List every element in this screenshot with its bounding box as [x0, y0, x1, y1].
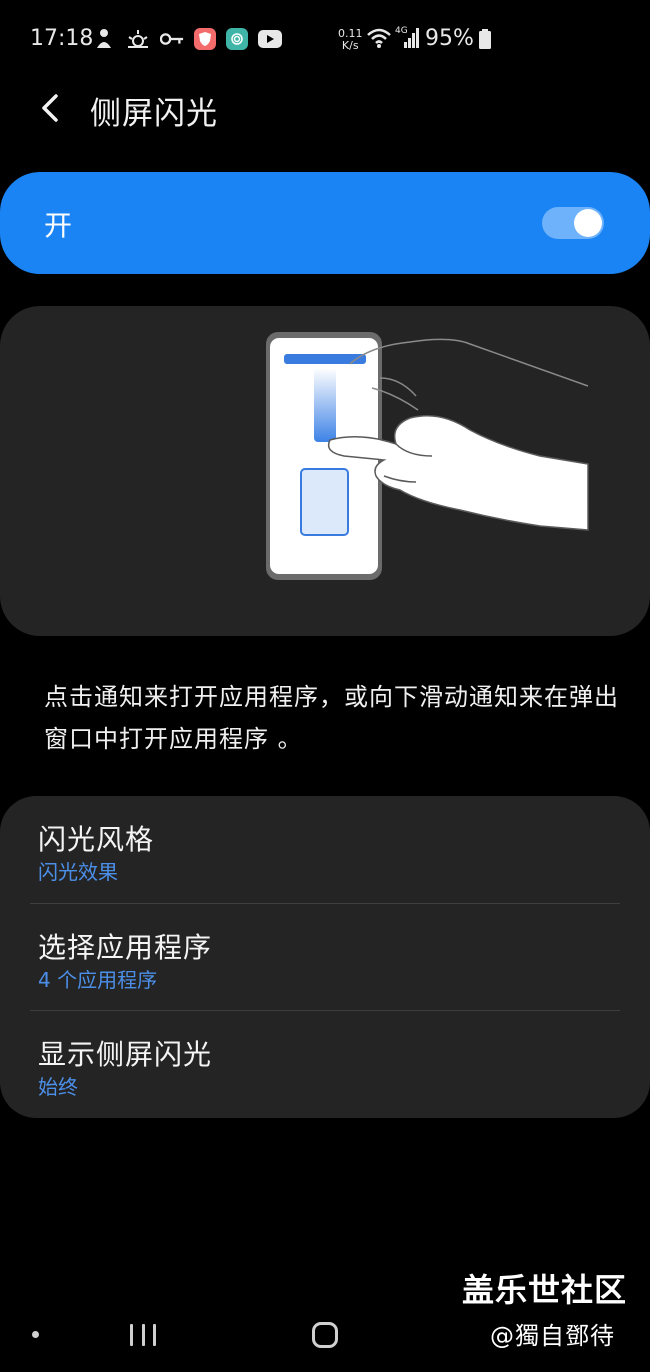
- setting-subtitle: 闪光效果: [38, 860, 118, 884]
- youtube-icon: [258, 30, 282, 48]
- home-button[interactable]: [312, 1322, 338, 1348]
- status-time: 17:18: [30, 26, 94, 51]
- watermark-site: 盖乐世社区: [462, 1271, 628, 1309]
- app-header: 侧屏闪光: [0, 80, 650, 142]
- setting-show-edge-lighting[interactable]: 显示侧屏闪光 始终: [0, 1011, 650, 1118]
- status-bar: 17:18 0.11 K/s 4G 95%: [0, 0, 650, 80]
- settings-list: 闪光风格 闪光效果 选择应用程序 4 个应用程序 显示侧屏闪光 始终: [0, 796, 650, 1118]
- back-button[interactable]: [30, 88, 70, 132]
- edge-lighting-illustration: [266, 332, 589, 580]
- setting-title: 显示侧屏闪光: [38, 1038, 213, 1071]
- setting-title: 选择应用程序: [38, 931, 213, 964]
- network-speed: 0.11 K/s: [338, 28, 363, 52]
- master-switch-bar[interactable]: 开: [0, 172, 650, 274]
- weather-icon: [126, 27, 150, 51]
- feature-description: 点击通知来打开应用程序，或向下滑动通知来在弹出窗口中打开应用程序 。: [44, 683, 619, 753]
- battery-icon: [479, 29, 491, 53]
- shield-app-icon: [194, 28, 216, 50]
- toggle-knob: [574, 209, 602, 237]
- recents-bar: [130, 1324, 133, 1346]
- master-toggle[interactable]: [542, 207, 604, 239]
- status-icons-left: [92, 27, 282, 51]
- nav-hide-keyboard-dot[interactable]: [32, 1331, 39, 1338]
- network-speed-unit: K/s: [341, 39, 359, 52]
- chevron-left-icon: [39, 93, 61, 127]
- watermark-author: @獨自鄧待: [490, 1322, 615, 1350]
- master-switch-label: 开: [44, 209, 73, 242]
- recents-bar: [141, 1324, 145, 1346]
- setting-subtitle: 4 个应用程序: [38, 968, 158, 992]
- recents-bar: [153, 1324, 156, 1346]
- key-icon: [160, 27, 184, 51]
- setting-select-apps[interactable]: 选择应用程序 4 个应用程序: [0, 904, 650, 1011]
- page-title: 侧屏闪光: [90, 96, 218, 132]
- setting-flash-style[interactable]: 闪光风格 闪光效果: [0, 796, 650, 903]
- illustration-card: [0, 306, 650, 636]
- signal-icon: [404, 28, 420, 52]
- setting-title: 闪光风格: [38, 823, 155, 856]
- battery-percent: 95%: [425, 26, 474, 51]
- person-icon: [92, 27, 116, 51]
- recents-button[interactable]: [130, 1324, 156, 1348]
- setting-subtitle: 始终: [38, 1075, 78, 1099]
- fingerprint-app-icon: [226, 28, 248, 50]
- wifi-icon: [366, 27, 392, 53]
